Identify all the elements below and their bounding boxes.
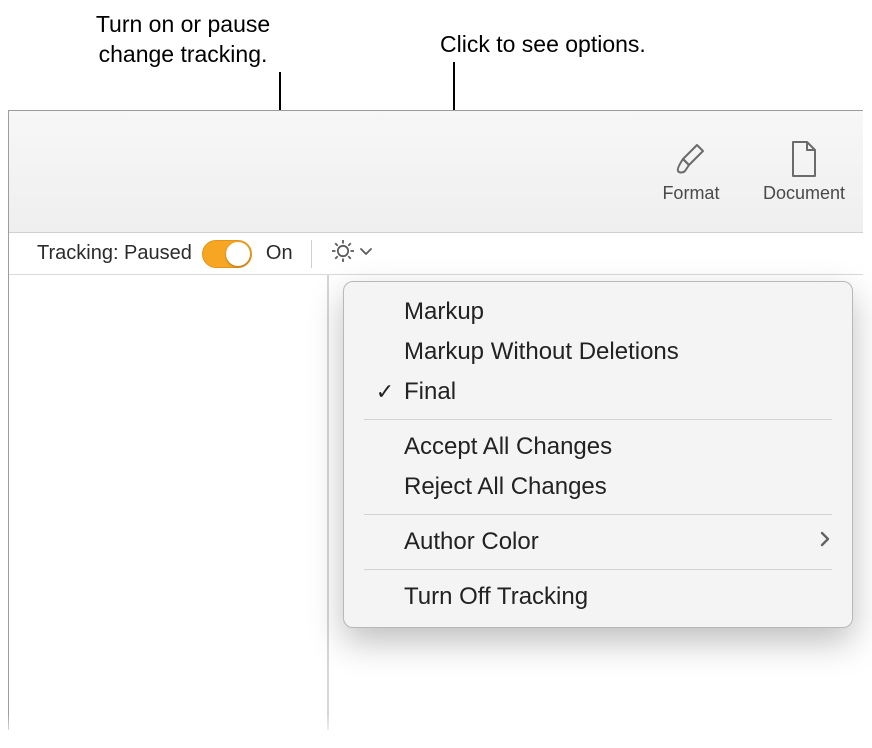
menu-item-label: Accept All Changes — [372, 433, 612, 461]
document-page[interactable] — [9, 275, 329, 730]
chevron-down-icon — [358, 243, 374, 264]
callout-toggle-line2: change tracking. — [99, 41, 268, 67]
menu-item-label: Reject All Changes — [372, 473, 607, 501]
toggle-knob — [226, 242, 250, 266]
gear-icon — [330, 238, 356, 269]
tracking-options-dropdown[interactable] — [330, 238, 374, 269]
tracking-status-label: Tracking: Paused — [37, 242, 192, 265]
menu-item-label: Markup — [372, 298, 484, 326]
toolbar: Format Document — [9, 111, 863, 233]
callout-toggle-line1: Turn on or pause — [96, 11, 270, 37]
separator — [311, 240, 312, 268]
chevron-right-icon — [818, 528, 832, 556]
document-label: Document — [763, 183, 845, 204]
menu-item-reject-all[interactable]: Reject All Changes — [344, 467, 852, 507]
tracking-bar: Tracking: Paused On — [9, 233, 863, 275]
callout-options-text: Click to see options. — [440, 31, 646, 57]
menu-item-markup[interactable]: Markup — [344, 292, 852, 332]
document-icon — [788, 139, 820, 179]
checkmark-icon: ✓ — [372, 379, 398, 405]
menu-item-accept-all[interactable]: Accept All Changes — [344, 427, 852, 467]
menu-separator — [364, 569, 832, 570]
format-label: Format — [662, 183, 719, 204]
menu-item-author-color[interactable]: Author Color — [344, 522, 852, 562]
menu-item-label: Author Color — [372, 528, 539, 556]
menu-item-label: Turn Off Tracking — [372, 583, 588, 611]
tracking-toggle[interactable] — [202, 240, 252, 268]
format-button[interactable]: Format — [649, 139, 733, 204]
menu-item-markup-without-deletions[interactable]: Markup Without Deletions — [344, 332, 852, 372]
callout-options: Click to see options. — [440, 30, 720, 60]
tracking-options-menu: Markup Markup Without Deletions ✓ Final … — [343, 281, 853, 628]
menu-item-label: Markup Without Deletions — [372, 338, 679, 366]
document-button[interactable]: Document — [757, 139, 851, 204]
menu-item-final[interactable]: ✓ Final — [344, 372, 852, 412]
tracking-on-label: On — [266, 242, 293, 265]
menu-separator — [364, 419, 832, 420]
menu-separator — [364, 514, 832, 515]
menu-item-turn-off-tracking[interactable]: Turn Off Tracking — [344, 577, 852, 617]
paintbrush-icon — [673, 139, 709, 179]
callout-toggle: Turn on or pause change tracking. — [68, 10, 298, 70]
